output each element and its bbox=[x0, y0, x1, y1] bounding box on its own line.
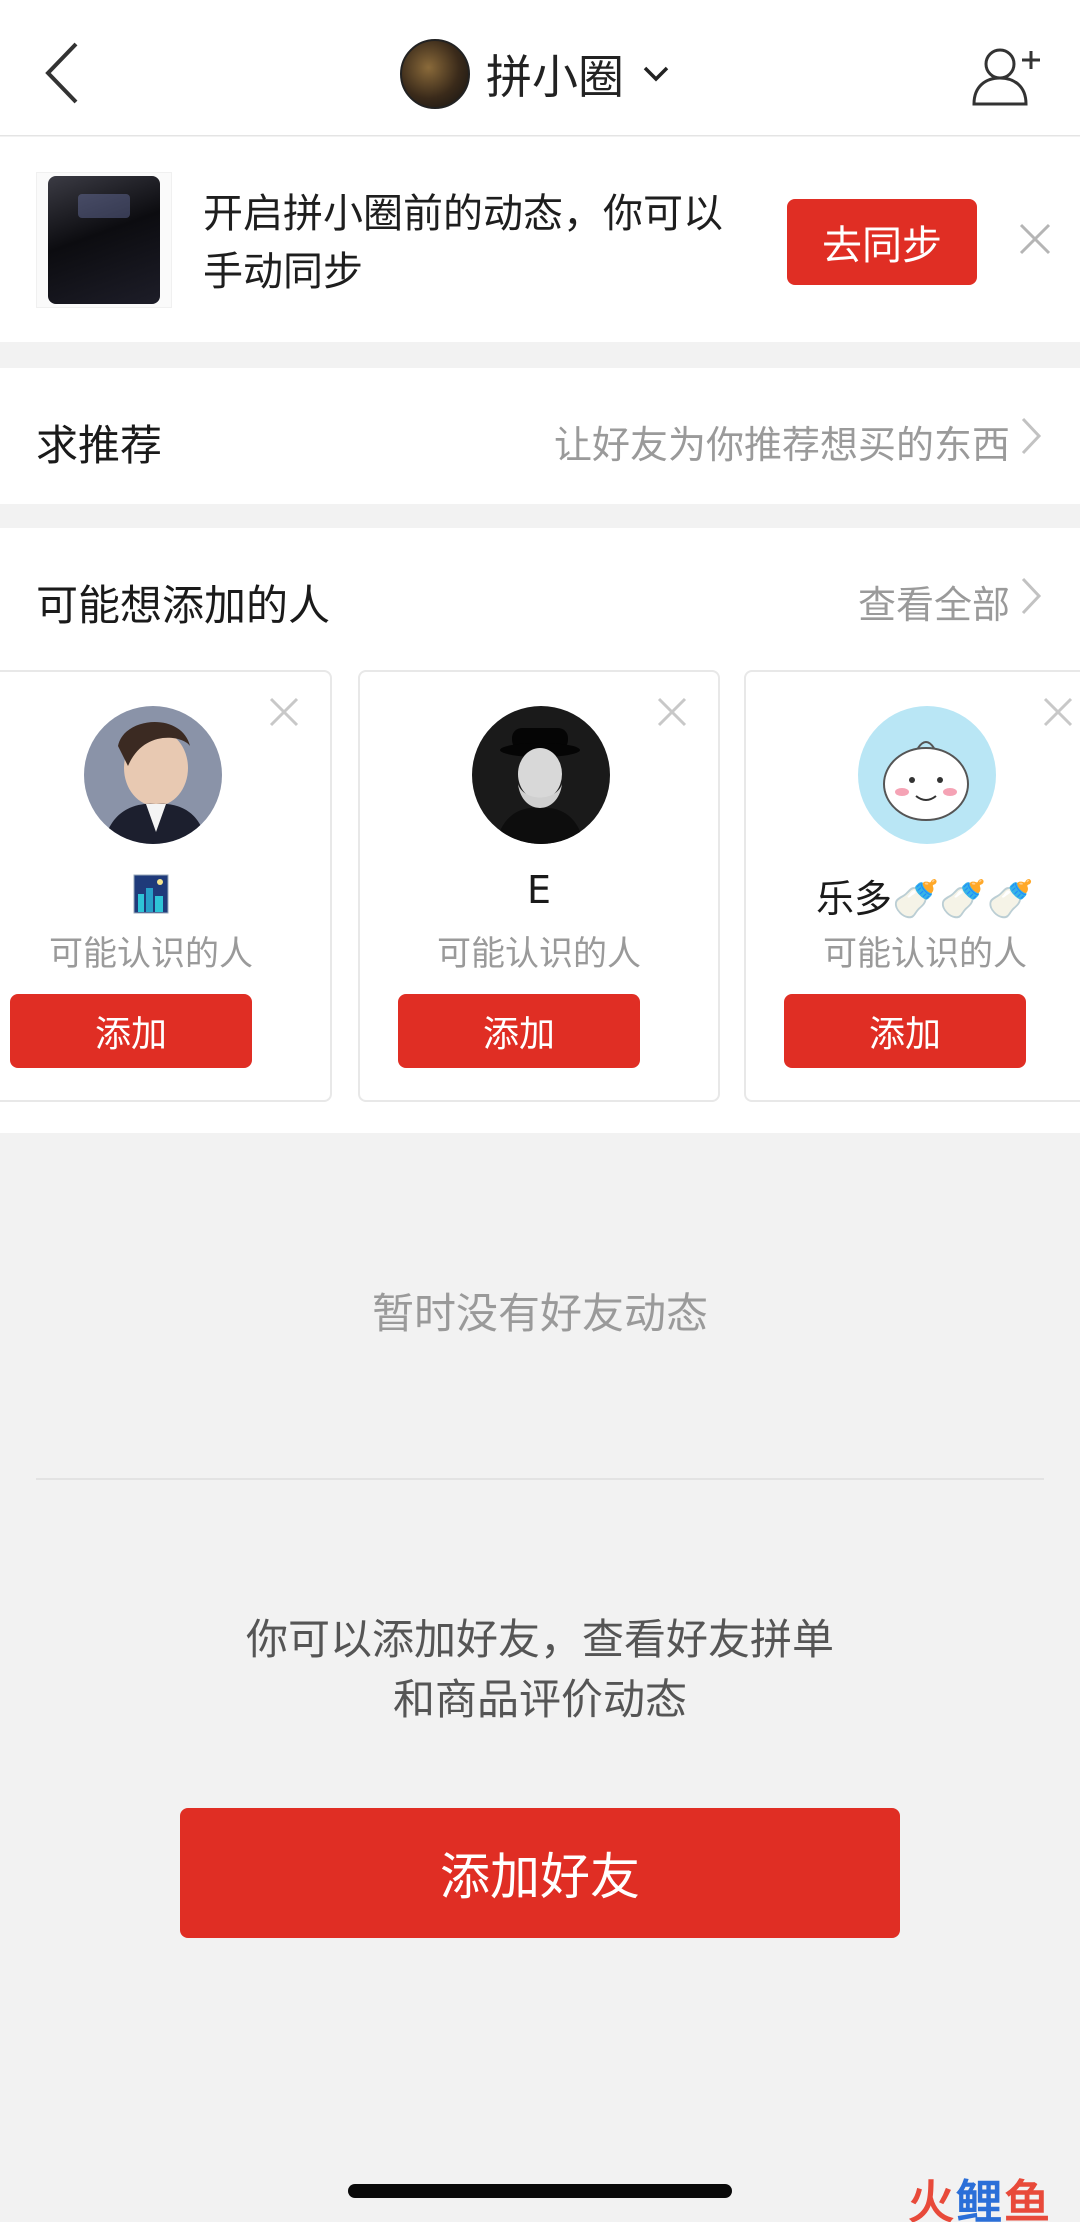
hint-line-1: 你可以添加好友，查看好友拼单 bbox=[245, 1615, 834, 1664]
user-relation: 可能认识的人 bbox=[823, 934, 1027, 974]
back-arrow-icon[interactable] bbox=[38, 38, 88, 108]
empty-feed-message: 暂时没有好友动态 bbox=[371, 1289, 708, 1338]
sync-banner: 开启拼小圈前的动态，你可以手动同步 去同步 bbox=[0, 137, 1080, 342]
close-icon[interactable] bbox=[656, 696, 688, 728]
user-relation: 可能认识的人 bbox=[49, 934, 253, 974]
phone-thumbnail bbox=[36, 172, 172, 308]
add-user-button[interactable]: 添加 bbox=[10, 994, 252, 1068]
watermark-logo: 火鲤鱼 bbox=[908, 2175, 1052, 2222]
add-friends-button[interactable]: 添加好友 bbox=[180, 1808, 900, 1938]
user-avatar bbox=[472, 706, 610, 844]
view-all-link[interactable]: 查看全部 bbox=[858, 574, 1010, 629]
close-icon[interactable] bbox=[1018, 222, 1052, 256]
chevron-down-icon bbox=[643, 66, 669, 82]
suggestion-card: 乐多🍼🍼🍼 可能认识的人 添加 bbox=[744, 670, 1080, 1102]
close-icon[interactable] bbox=[268, 696, 300, 728]
recommend-subtitle: 让好友为你推荐想买的东西 bbox=[553, 423, 1010, 467]
user-relation: 可能认识的人 bbox=[437, 934, 641, 974]
night-city-emoji-icon bbox=[133, 874, 169, 914]
recommend-title: 求推荐 bbox=[36, 421, 163, 470]
add-user-button[interactable]: 添加 bbox=[784, 994, 1026, 1068]
phone-image bbox=[48, 176, 160, 304]
close-icon[interactable] bbox=[1042, 696, 1074, 728]
sync-message: 开启拼小圈前的动态，你可以手动同步 bbox=[203, 191, 723, 295]
user-avatar bbox=[858, 706, 996, 844]
suggestion-carousel[interactable]: 可能认识的人 添加 E 可能认识的人 添加 乐多🍼🍼🍼 可能认识的人 添加 bbox=[0, 668, 1080, 1133]
circle-avatar bbox=[400, 39, 470, 109]
user-name: E bbox=[526, 868, 551, 912]
suggestions-title: 可能想添加的人 bbox=[36, 581, 331, 630]
user-name bbox=[0, 868, 330, 918]
add-person-icon[interactable] bbox=[970, 44, 1042, 108]
suggestions-header: 可能想添加的人 查看全部 bbox=[0, 528, 1080, 668]
divider bbox=[36, 1478, 1044, 1480]
home-indicator bbox=[348, 2184, 732, 2198]
nav-header: 拼小圈 bbox=[0, 0, 1080, 136]
hint-line-2: 和商品评价动态 bbox=[392, 1675, 687, 1724]
add-user-button[interactable]: 添加 bbox=[398, 994, 640, 1068]
recommend-row[interactable]: 求推荐 让好友为你推荐想买的东西 bbox=[0, 368, 1080, 504]
suggestion-card: E 可能认识的人 添加 bbox=[358, 670, 720, 1102]
page-title: 拼小圈 bbox=[486, 50, 624, 104]
chevron-right-icon[interactable] bbox=[1020, 576, 1042, 616]
sync-button[interactable]: 去同步 bbox=[787, 199, 977, 285]
user-name: 乐多🍼🍼🍼 bbox=[816, 877, 1034, 921]
suggestion-card: 可能认识的人 添加 bbox=[0, 670, 332, 1102]
title-selector[interactable]: 拼小圈 bbox=[400, 38, 670, 110]
user-avatar bbox=[84, 706, 222, 844]
chevron-right-icon bbox=[1021, 417, 1042, 455]
add-friend-hint: 你可以添加好友，查看好友拼单 和商品评价动态 bbox=[0, 1610, 1080, 1730]
